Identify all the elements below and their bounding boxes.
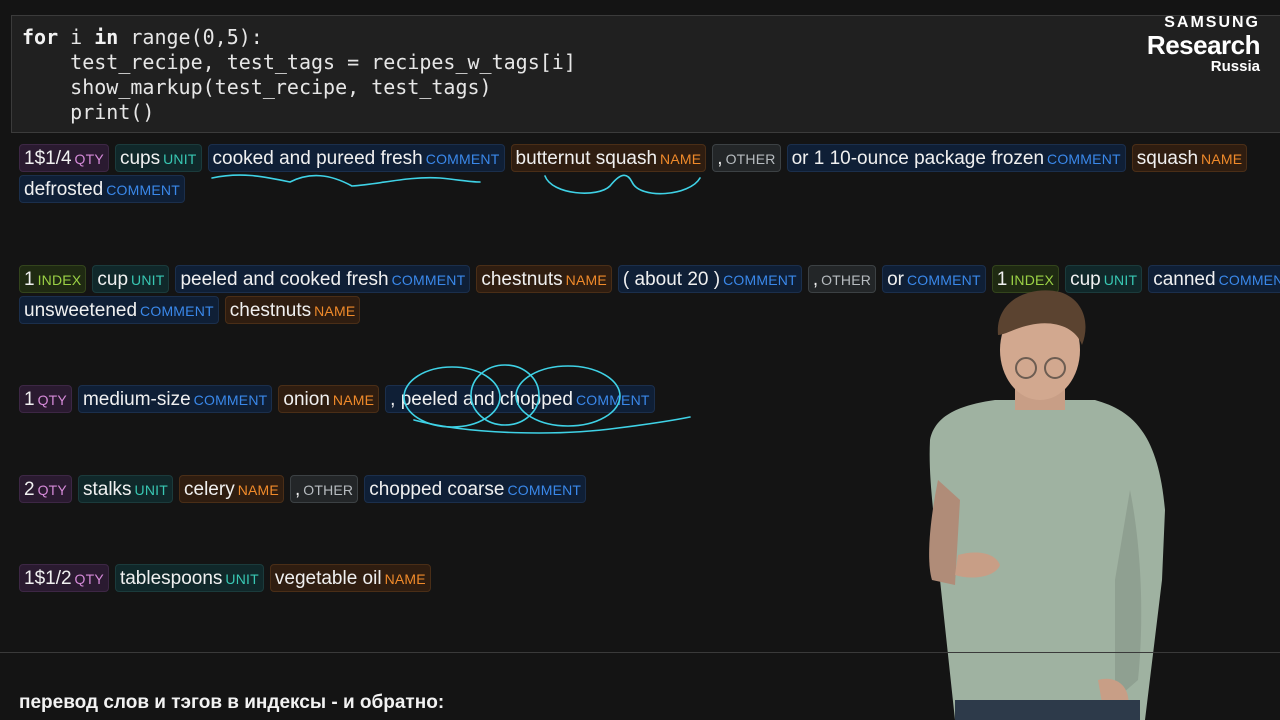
tag-chip-comment: defrosted COMMENT <box>19 175 185 203</box>
token-tag: NAME <box>332 392 375 408</box>
tag-chip-comment: ( about 20 ) COMMENT <box>617 265 802 293</box>
presenter-figure <box>929 290 1165 720</box>
token-text: , <box>812 269 819 290</box>
token-tag: NAME <box>565 272 607 288</box>
tag-chip-comment: or 1 10-ounce package frozen COMMENT <box>786 144 1126 172</box>
token-text: medium-size <box>82 389 191 410</box>
token-tag: UNIT <box>131 272 165 288</box>
token-tag: NAME <box>314 303 356 319</box>
token-tag: UNIT <box>163 151 197 167</box>
tag-chip-unit: stalks UNIT <box>77 475 174 503</box>
tag-chip-comment: peeled and cooked fresh COMMENT <box>175 265 471 293</box>
token-text: unsweetened <box>24 300 138 321</box>
token-tag: COMMENT <box>1218 272 1280 288</box>
token-text: 2 <box>24 479 35 500</box>
token-tag: INDEX <box>37 272 82 288</box>
tag-chip-unit: tablespoons UNIT <box>114 564 264 592</box>
tag-chip-comment: cooked and pureed fresh COMMENT <box>207 144 505 172</box>
tag-chip-comment: medium-size COMMENT <box>77 385 273 413</box>
tag-chip-name: celery NAME <box>179 475 284 503</box>
token-text: ( about 20 ) <box>622 269 721 290</box>
tag-chip-qty: 1$1/4 QTY <box>19 144 109 172</box>
recipe-3-line-a: 1 QTY medium-size COMMENT onion NAME, peeled … <box>19 385 661 413</box>
token-tag: NAME <box>1201 151 1243 167</box>
token-text: , <box>294 479 301 500</box>
token-text: tablespoons <box>119 568 223 589</box>
token-tag: OTHER <box>821 272 872 288</box>
token-tag: COMMENT <box>140 303 214 319</box>
tag-chip-index: 1 INDEX <box>19 265 87 293</box>
token-tag: QTY <box>74 571 104 587</box>
token-tag: COMMENT <box>575 392 650 408</box>
section-divider <box>0 652 1280 653</box>
tag-chip-unit: cup UNIT <box>92 265 170 293</box>
tag-chip-other: , OTHER <box>807 265 877 293</box>
tag-chip-qty: 1$1/2 QTY <box>19 564 109 592</box>
token-text: cup <box>97 269 129 290</box>
tag-chip-other: , OTHER <box>289 475 359 503</box>
recipe-1-line-a: 1$1/4 QTY cups UNIT cooked and pureed fresh C… <box>19 144 1253 172</box>
token-text: chestnuts <box>481 269 563 290</box>
token-tag: UNIT <box>134 482 169 498</box>
token-text: , peeled and chopped <box>390 389 573 410</box>
token-text: or 1 10-ounce package frozen <box>791 148 1045 169</box>
token-tag: COMMENT <box>193 392 268 408</box>
token-text: 1$1/2 <box>24 568 72 589</box>
token-text: , <box>717 148 723 169</box>
tag-chip-unit: cups UNIT <box>114 144 202 172</box>
tag-chip-other: , OTHER <box>712 144 781 172</box>
tag-chip-name: vegetable oil NAME <box>269 564 431 592</box>
token-tag: NAME <box>384 571 426 587</box>
token-text: 1 <box>24 389 35 410</box>
token-text: butternut squash <box>515 148 658 169</box>
token-text: chopped coarse <box>369 479 505 500</box>
token-tag: NAME <box>660 151 702 167</box>
tag-chip-name: chestnuts NAME <box>224 296 361 324</box>
tag-chip-comment: unsweetened COMMENT <box>19 296 219 324</box>
tag-chip-name: butternut squash NAME <box>510 144 707 172</box>
token-tag: UNIT <box>225 571 259 587</box>
token-text: stalks <box>82 479 132 500</box>
token-tag: NAME <box>237 482 279 498</box>
token-text: squash <box>1136 148 1199 169</box>
token-tag: QTY <box>74 151 104 167</box>
token-text: cups <box>119 148 161 169</box>
footer-heading: перевод слов и тэгов в индексы - и обрат… <box>19 692 445 713</box>
token-tag: OTHER <box>725 151 776 167</box>
recipe-4-line-a: 2 QTY stalks UNIT celery NAME, OTHER chopped co… <box>19 475 592 503</box>
tag-chip-qty: 2 QTY <box>19 475 72 503</box>
token-text: peeled and cooked fresh <box>180 269 389 290</box>
token-tag: COMMENT <box>507 482 582 498</box>
tag-chip-comment: , peeled and chopped COMMENT <box>385 385 655 413</box>
tag-chip-comment: chopped coarse COMMENT <box>364 475 587 503</box>
tag-chip-name: onion NAME <box>278 385 380 413</box>
token-tag: QTY <box>37 482 67 498</box>
token-tag: COMMENT <box>1047 151 1121 167</box>
token-tag: QTY <box>37 392 67 408</box>
token-tag: COMMENT <box>106 182 180 198</box>
recipe-2-line-b: unsweetened COMMENT chestnuts NAME <box>19 296 366 324</box>
token-tag: OTHER <box>303 482 354 498</box>
token-text: cooked and pureed fresh <box>212 148 423 169</box>
tag-chip-qty: 1 QTY <box>19 385 72 413</box>
token-tag: COMMENT <box>391 272 466 288</box>
tag-chip-name: chestnuts NAME <box>476 265 612 293</box>
recipe-1-line-b: defrosted COMMENT <box>19 175 191 203</box>
token-text: defrosted <box>24 179 104 200</box>
tag-chip-name: squash NAME <box>1131 144 1248 172</box>
token-text: celery <box>184 479 235 500</box>
token-tag: COMMENT <box>723 272 797 288</box>
token-text: onion <box>283 389 330 410</box>
token-tag: COMMENT <box>425 151 500 167</box>
token-text: vegetable oil <box>274 568 382 589</box>
token-text: chestnuts <box>229 300 312 321</box>
token-text: 1 <box>24 269 35 290</box>
recipe-5-line-a: 1$1/2 QTY tablespoons UNIT vegetable oil NAME <box>19 564 437 592</box>
token-text: 1$1/4 <box>24 148 72 169</box>
